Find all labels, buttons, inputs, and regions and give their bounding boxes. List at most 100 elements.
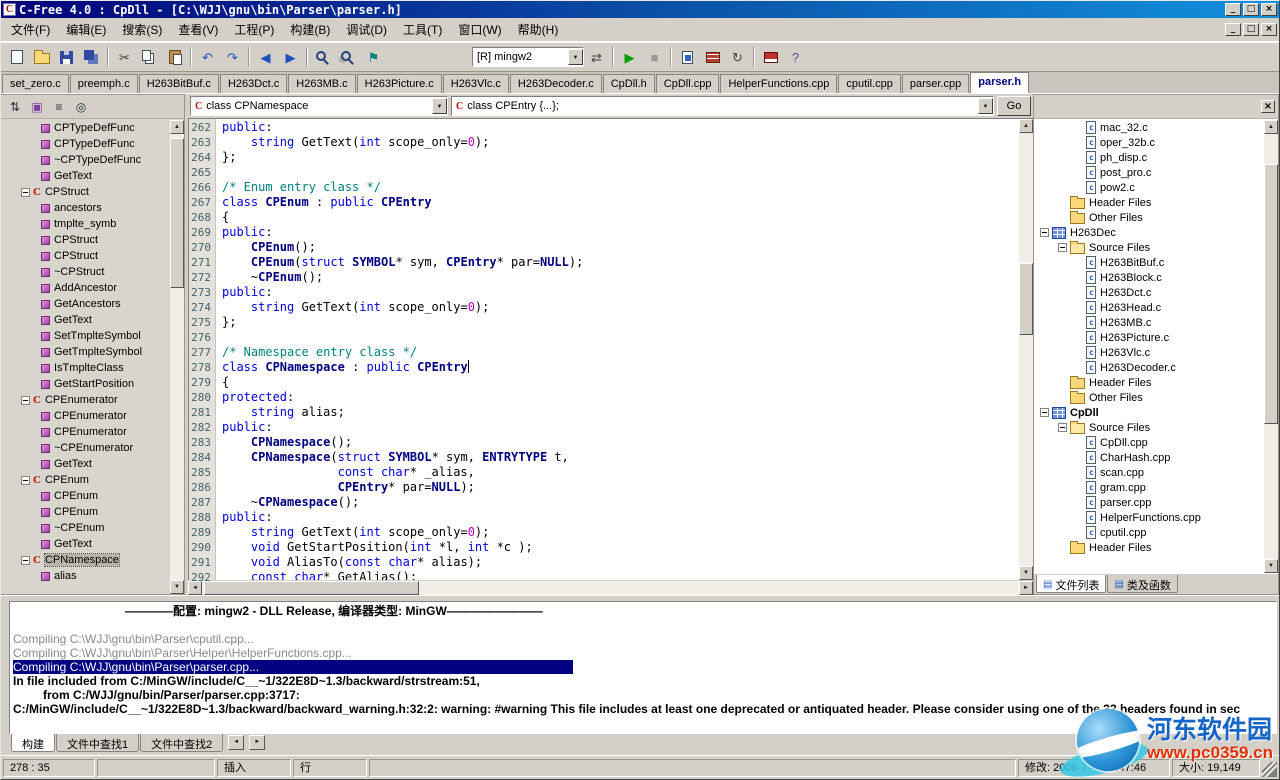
editor-vscrollbar[interactable]: [1019, 119, 1033, 580]
symbols-scrollbar[interactable]: [170, 120, 184, 594]
output-line-5[interactable]: In file included from C:/MinGW/include/C…: [13, 674, 1276, 688]
code-line[interactable]: public:: [222, 120, 1019, 135]
code-line[interactable]: ~CPEnum();: [222, 270, 1019, 285]
chevron-down-icon[interactable]: [568, 49, 583, 65]
collapse-icon[interactable]: [1040, 408, 1049, 417]
node-oper-32b-c[interactable]: oper_32b.c: [1036, 135, 1263, 150]
close-button[interactable]: ×: [1261, 3, 1277, 16]
bookmark-button[interactable]: ⚑: [361, 45, 386, 69]
collapse-icon[interactable]: [21, 476, 30, 485]
go-button[interactable]: Go: [997, 96, 1031, 116]
doc-tab-set-zero-c[interactable]: set_zero.c: [2, 74, 69, 93]
node-helperfunctions-cpp[interactable]: HelperFunctions.cpp: [1036, 510, 1263, 525]
scroll-thumb[interactable]: [204, 581, 419, 595]
node-ph-disp-c[interactable]: ph_disp.c: [1036, 150, 1263, 165]
doc-tab-h263dct-c[interactable]: H263Dct.c: [220, 74, 287, 93]
locate-button[interactable]: ◎: [71, 97, 91, 116]
scroll-down-icon[interactable]: [1264, 559, 1278, 573]
node-parser-cpp[interactable]: parser.cpp: [1036, 495, 1263, 510]
output-line-6[interactable]: from C:/WJJ/gnu/bin/Parser/parser.cpp:37…: [13, 688, 1276, 702]
symbol-gettext[interactable]: GetText: [3, 312, 169, 328]
collapse-icon[interactable]: [1040, 228, 1049, 237]
copy-button[interactable]: [137, 45, 162, 69]
paste-button[interactable]: [162, 45, 187, 69]
code-line[interactable]: public:: [222, 285, 1019, 300]
doc-tab-cpdll-cpp[interactable]: CpDll.cpp: [656, 74, 720, 93]
rebuild-button[interactable]: ↻: [725, 45, 750, 69]
node-h263dec[interactable]: H263Dec: [1036, 225, 1263, 240]
node-h263head-c[interactable]: H263Head.c: [1036, 300, 1263, 315]
minimize-button[interactable]: _: [1225, 3, 1241, 16]
menu-item-5[interactable]: 构建(B): [282, 18, 338, 41]
code-line[interactable]: string GetText(int scope_only=0);: [222, 525, 1019, 540]
code-line[interactable]: protected:: [222, 390, 1019, 405]
node-h263picture-c[interactable]: H263Picture.c: [1036, 330, 1263, 345]
menu-item-8[interactable]: 窗口(W): [450, 18, 509, 41]
symbol-cptypedeffunc[interactable]: CPTypeDefFunc: [3, 120, 169, 136]
editor-hscrollbar[interactable]: [188, 580, 1033, 595]
symbol-cpenumerator[interactable]: CPEnumerator: [3, 424, 169, 440]
output-tab-scroll-left[interactable]: ◄: [228, 735, 244, 750]
tab-file-list[interactable]: ▤文件列表: [1036, 575, 1106, 593]
help-button[interactable]: ?: [783, 45, 808, 69]
book-button[interactable]: [758, 45, 783, 69]
open-file-button[interactable]: [29, 45, 54, 69]
symbol-cptypedeffunc[interactable]: CPTypeDefFunc: [3, 136, 169, 152]
sort-button[interactable]: ⇅: [5, 97, 25, 116]
output-tab-1[interactable]: 文件中查找1: [56, 734, 139, 752]
mdi-close-button[interactable]: ×: [1261, 23, 1277, 36]
symbol-gettmpltesymbol[interactable]: GetTmplteSymbol: [3, 344, 169, 360]
title-bar[interactable]: C-Free 4.0 : CpDll - [C:\WJJ\gnu\bin\Par…: [1, 1, 1279, 18]
code-line[interactable]: void AliasTo(const char* alias);: [222, 555, 1019, 570]
code-line[interactable]: const char* _alias,: [222, 465, 1019, 480]
scroll-up-icon[interactable]: [170, 120, 184, 134]
doc-tab-cputil-cpp[interactable]: cputil.cpp: [838, 74, 900, 93]
symbol-cpenum[interactable]: CPEnum: [3, 504, 169, 520]
output-line-2[interactable]: Compiling C:\WJJ\gnu\bin\Parser\cputil.c…: [13, 632, 1276, 646]
scroll-up-icon[interactable]: [1264, 120, 1278, 134]
mdi-restore-button[interactable]: □: [1243, 23, 1259, 36]
node-source-files[interactable]: Source Files: [1036, 420, 1263, 435]
editor[interactable]: 2622632642652662672682692702712722732742…: [188, 118, 1033, 580]
menu-item-2[interactable]: 搜索(S): [114, 18, 170, 41]
menu-item-9[interactable]: 帮助(H): [510, 18, 567, 41]
menu-item-0[interactable]: 文件(F): [3, 18, 58, 41]
redo-button[interactable]: ↷: [220, 45, 245, 69]
chevron-down-icon[interactable]: [978, 98, 993, 114]
scroll-track[interactable]: [1019, 133, 1033, 566]
node-mac-32-c[interactable]: mac_32.c: [1036, 120, 1263, 135]
symbol-addancestor[interactable]: AddAncestor: [3, 280, 169, 296]
output-line-0[interactable]: ————配置: mingw2 - DLL Release, 编译器类型: Min…: [125, 604, 1276, 618]
build-config-combo[interactable]: [R] mingw2: [472, 47, 584, 67]
node-other-files[interactable]: Other Files: [1036, 210, 1263, 225]
find-button[interactable]: [311, 45, 336, 69]
output-line-4[interactable]: Compiling C:\WJJ\gnu\bin\Parser\parser.c…: [13, 660, 573, 674]
scroll-thumb[interactable]: [1264, 164, 1278, 424]
symbol-cpenumerator[interactable]: CPEnumerator: [3, 408, 169, 424]
scroll-track[interactable]: [202, 581, 1019, 595]
doc-tab-parser-h[interactable]: parser.h: [970, 72, 1029, 93]
doc-tab-cpdll-h[interactable]: CpDll.h: [603, 74, 655, 93]
code-line[interactable]: CPNamespace(struct SYMBOL* sym, ENTRYTYP…: [222, 450, 1019, 465]
code-line[interactable]: string alias;: [222, 405, 1019, 420]
symbol-gettext[interactable]: GetText: [3, 456, 169, 472]
group-button[interactable]: ▣: [27, 97, 47, 116]
symbol-cpenumerator[interactable]: CCPEnumerator: [3, 392, 169, 408]
code-line[interactable]: ~CPNamespace();: [222, 495, 1019, 510]
output-tab-scroll-right[interactable]: ►: [249, 735, 265, 750]
code-line[interactable]: };: [222, 315, 1019, 330]
node-pow2-c[interactable]: pow2.c: [1036, 180, 1263, 195]
symbol-tmplte-symb[interactable]: tmplte_symb: [3, 216, 169, 232]
switch-config-button[interactable]: ⇄: [584, 45, 609, 69]
symbol-cpenum[interactable]: CPEnum: [3, 488, 169, 504]
doc-tab-h263decoder-c[interactable]: H263Decoder.c: [510, 74, 602, 93]
scroll-right-icon[interactable]: [1019, 581, 1033, 595]
scroll-thumb[interactable]: [1019, 263, 1033, 335]
code-line[interactable]: };: [222, 150, 1019, 165]
code-line[interactable]: void GetStartPosition(int *l, int *c );: [222, 540, 1019, 555]
chevron-down-icon[interactable]: [432, 98, 447, 114]
node-header-files[interactable]: Header Files: [1036, 540, 1263, 555]
node-h263vlc-c[interactable]: H263Vlc.c: [1036, 345, 1263, 360]
maximize-button[interactable]: □: [1243, 3, 1259, 16]
stop-button[interactable]: ■: [642, 45, 667, 69]
